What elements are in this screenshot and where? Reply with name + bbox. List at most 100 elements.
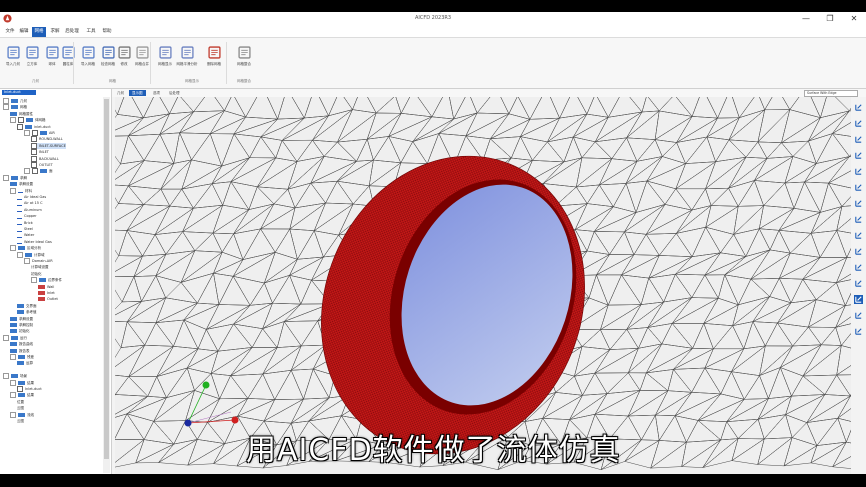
minimize-button[interactable]: —: [800, 14, 812, 24]
visibility-checkbox[interactable]: [18, 117, 24, 124]
visibility-checkbox[interactable]: [31, 136, 37, 143]
tree-item[interactable]: 位置: [17, 399, 24, 405]
tree-item[interactable]: 交界面: [17, 303, 37, 309]
tree-expander-icon[interactable]: [24, 258, 30, 264]
tree-item[interactable]: ROUND-WALL: [31, 136, 63, 143]
render-mode-dropdown[interactable]: Surface With Edge: [804, 90, 858, 97]
tree-expander-icon[interactable]: [10, 354, 16, 360]
visibility-checkbox[interactable]: [17, 386, 23, 392]
view-tool-icon[interactable]: [854, 231, 863, 240]
tree-item[interactable]: 网格: [3, 104, 27, 111]
tree-item[interactable]: Steel: [17, 226, 33, 232]
tree-item[interactable]: Domain-AIR: [24, 258, 53, 264]
tree-item[interactable]: 面: [24, 168, 53, 175]
tree-expander-icon[interactable]: [24, 168, 30, 175]
tree-item[interactable]: 残差: [10, 354, 34, 360]
tree-item[interactable]: Brick: [17, 220, 33, 226]
tree-item[interactable]: 几何: [3, 98, 27, 104]
tree-item[interactable]: Air at 15 C: [17, 200, 43, 206]
tree-item[interactable]: 场景: [3, 373, 27, 380]
tree-item[interactable]: 材料: [10, 187, 32, 194]
tree-item[interactable]: 求解: [3, 174, 27, 181]
visibility-checkbox[interactable]: [31, 142, 37, 149]
tree-item[interactable]: OUTLET: [31, 162, 53, 168]
menu-item-1[interactable]: 编辑: [17, 27, 31, 37]
tree-item[interactable]: 计算域: [17, 251, 45, 258]
view-tool-icon[interactable]: [854, 199, 863, 208]
view-tool-icon[interactable]: [854, 295, 863, 304]
tree-expander-icon[interactable]: [3, 104, 9, 111]
view-tool-icon[interactable]: [854, 151, 863, 160]
tree-item[interactable]: 体网格: [10, 117, 46, 124]
tree-expander-icon[interactable]: [24, 130, 30, 136]
view-tool-icon[interactable]: [854, 119, 863, 128]
tree-item[interactable]: 求解设置: [10, 316, 33, 322]
visibility-checkbox[interactable]: [32, 130, 38, 136]
close-button[interactable]: ✕: [848, 14, 860, 24]
tree-expander-icon[interactable]: [17, 251, 23, 258]
tree-expander-icon[interactable]: [10, 117, 16, 124]
view-tab-1[interactable]: 显示图: [129, 90, 146, 96]
tree-item[interactable]: BACK-WALL: [31, 155, 59, 162]
tree-item[interactable]: Aluminum: [17, 207, 42, 213]
tree-item[interactable]: Wall: [38, 284, 54, 290]
maximize-button[interactable]: ❐: [824, 14, 836, 24]
tree-item[interactable]: 计算域设置: [31, 264, 49, 270]
tree-item[interactable]: AIR: [24, 130, 55, 136]
tree-item[interactable]: 运行: [3, 334, 27, 341]
visibility-checkbox[interactable]: [31, 155, 37, 162]
3d-viewport[interactable]: [115, 97, 851, 474]
ribbon-button-4[interactable]: 导入网格: [77, 46, 99, 67]
view-tool-icon[interactable]: [854, 311, 863, 320]
tree-scrollbar[interactable]: [103, 97, 110, 473]
menu-item-2[interactable]: 网格: [32, 27, 46, 37]
tree-item[interactable]: Inlet-duct: [17, 386, 42, 392]
menu-item-0[interactable]: 文件: [3, 27, 17, 37]
view-tool-icon[interactable]: [854, 247, 863, 256]
tree-expander-icon[interactable]: [31, 277, 37, 284]
tree-item[interactable]: INLET-SURFACE: [31, 142, 66, 149]
tree-item[interactable]: Outlet: [38, 296, 58, 302]
ribbon-button-11[interactable]: 网格整合: [233, 46, 255, 67]
view-tab-2[interactable]: 选项: [150, 90, 163, 96]
tree-expander-icon[interactable]: [10, 379, 16, 386]
menu-item-4[interactable]: 后处理: [65, 27, 79, 37]
tree-expander-icon[interactable]: [10, 411, 16, 418]
view-tool-icon[interactable]: [854, 167, 863, 176]
view-tool-icon[interactable]: [854, 327, 863, 336]
tree-item[interactable]: 初始化: [31, 271, 42, 277]
visibility-checkbox[interactable]: [31, 149, 37, 156]
view-tool-icon[interactable]: [854, 279, 863, 288]
visibility-checkbox[interactable]: [17, 123, 23, 130]
view-tool-icon[interactable]: [854, 263, 863, 272]
tree-expander-icon[interactable]: [10, 187, 16, 194]
tree-item[interactable]: Air Ideal Gas: [17, 194, 46, 200]
tree-item[interactable]: 报告表: [10, 348, 30, 354]
tree-item[interactable]: inlet-duct: [17, 123, 51, 130]
tree-expander-icon[interactable]: [10, 392, 16, 399]
view-tab-3[interactable]: 后处理: [166, 90, 183, 96]
menu-item-3[interactable]: 求解: [48, 27, 62, 37]
tree-scroll-thumb[interactable]: [104, 99, 109, 459]
view-tool-icon[interactable]: [854, 103, 863, 112]
tree-item[interactable]: 网格属性: [10, 111, 33, 117]
tree-item[interactable]: 参考值: [17, 309, 37, 315]
tree-expander-icon[interactable]: [3, 174, 9, 181]
tree-item[interactable]: Water: [17, 232, 34, 238]
tree-item[interactable]: 流线: [10, 411, 34, 418]
tree-expander-icon[interactable]: [3, 334, 9, 341]
menu-item-5[interactable]: 工具: [84, 27, 98, 37]
tree-expander-icon[interactable]: [3, 373, 9, 380]
visibility-checkbox[interactable]: [32, 168, 38, 175]
tree-expander-icon[interactable]: [10, 245, 16, 252]
view-tool-icon[interactable]: [854, 183, 863, 192]
ribbon-button-10[interactable]: 删除网格: [203, 46, 225, 67]
tree-item[interactable]: 边界条件: [31, 277, 62, 284]
tree-item[interactable]: 云图: [17, 405, 24, 411]
view-tool-icon[interactable]: [854, 215, 863, 224]
tree-item[interactable]: 结果: [10, 392, 34, 399]
menu-item-6[interactable]: 帮助: [100, 27, 114, 37]
tree-item[interactable]: 结果: [10, 379, 34, 386]
tree-item[interactable]: Inlet: [38, 290, 55, 296]
visibility-checkbox[interactable]: [31, 162, 37, 168]
